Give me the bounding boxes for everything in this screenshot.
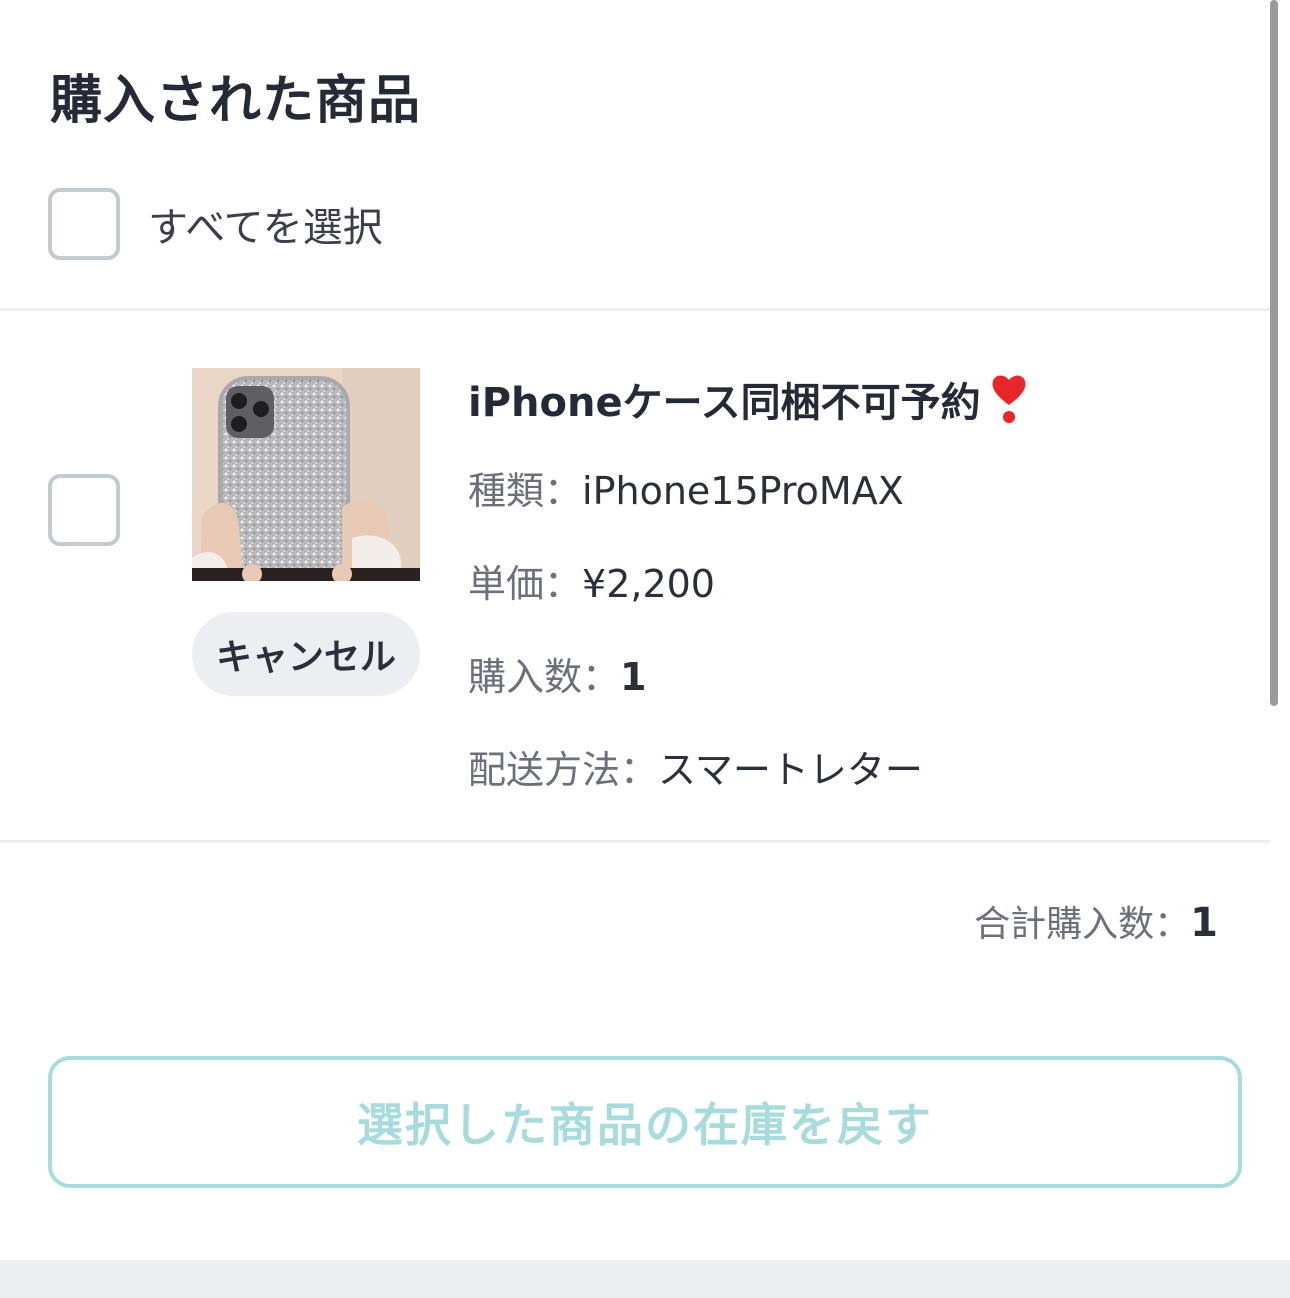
price-value: ¥2,200 bbox=[582, 562, 715, 606]
shipping-value: スマートレター bbox=[658, 748, 923, 792]
product-image bbox=[192, 368, 420, 581]
detail-shipping: 配送方法：スマートレター bbox=[468, 739, 923, 794]
heavy-heart-exclamation-icon bbox=[989, 373, 1029, 425]
detail-type: 種類：iPhone15ProMAX bbox=[468, 460, 904, 515]
select-all-label: すべてを選択 bbox=[148, 205, 383, 251]
cancel-button[interactable]: キャンセル bbox=[192, 612, 420, 696]
detail-price: 単価：¥2,200 bbox=[468, 553, 715, 608]
product-name-row: iPhoneケース同梱不可予約 bbox=[468, 370, 1029, 428]
restore-stock-button[interactable]: 選択した商品の在庫を戻す bbox=[48, 1056, 1242, 1188]
price-label: 単価： bbox=[468, 562, 583, 606]
total-quantity: 合計購入数：1 bbox=[974, 895, 1218, 947]
footer-band bbox=[0, 1260, 1290, 1298]
quantity-label: 購入数： bbox=[468, 655, 621, 699]
divider bbox=[0, 840, 1270, 843]
select-all-checkbox[interactable] bbox=[48, 188, 120, 260]
total-label: 合計購入数： bbox=[974, 904, 1191, 945]
detail-quantity: 購入数：1 bbox=[468, 646, 646, 701]
select-all-row[interactable]: すべてを選択 bbox=[48, 188, 383, 260]
scrollbar[interactable] bbox=[1270, 0, 1278, 706]
page-title: 購入された商品 bbox=[50, 71, 422, 131]
divider bbox=[0, 308, 1270, 311]
type-label: 種類： bbox=[468, 469, 583, 513]
type-value: iPhone15ProMAX bbox=[582, 469, 904, 513]
product-name: iPhoneケース同梱不可予約 bbox=[468, 380, 981, 426]
shipping-label: 配送方法： bbox=[468, 748, 659, 792]
total-value: 1 bbox=[1190, 900, 1218, 946]
quantity-value: 1 bbox=[620, 655, 647, 699]
item-checkbox[interactable] bbox=[48, 474, 120, 546]
purchased-items-panel: 購入された商品 すべてを選択 キャンセル iPhoneケース同梱不可予約 種類：… bbox=[0, 0, 1290, 1298]
